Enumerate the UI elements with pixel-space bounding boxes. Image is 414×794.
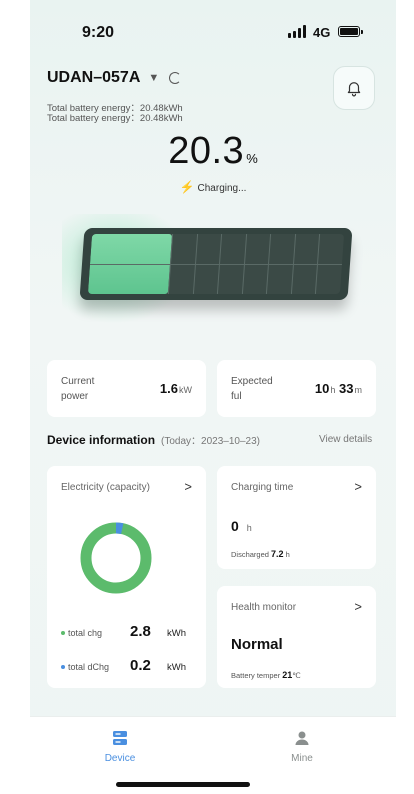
- device-selector[interactable]: UDAN–057A ▼: [47, 69, 182, 87]
- tab-device-label: Device: [104, 753, 136, 764]
- current-power-unit: kW: [179, 385, 192, 395]
- expected-full-label-1: Expected: [231, 376, 273, 387]
- discharged-line: Discharged 7.2 h: [231, 549, 290, 559]
- current-power-label-1: Current: [61, 376, 95, 387]
- battery-temp-label: Battery temper: [231, 671, 281, 680]
- expected-full-label-2: ful: [231, 391, 242, 402]
- network-label: 4G: [313, 25, 331, 40]
- charge-unit: %: [246, 151, 258, 166]
- battery-panel-illustration: [62, 214, 353, 324]
- total-chg-unit: kWh: [167, 628, 186, 639]
- total-dchg-value: 0.2: [130, 657, 151, 674]
- device-info-heading: Device information (Today：2023–10–23): [47, 432, 260, 447]
- expected-hours-unit: h: [330, 385, 336, 395]
- expected-hours: 10: [314, 381, 330, 396]
- bell-icon: [347, 82, 361, 97]
- current-power-value: 1.6kW: [160, 381, 192, 396]
- electricity-title: Electricity (capacity): [61, 482, 150, 493]
- caret-down-icon: ▼: [148, 72, 160, 84]
- chevron-right-icon[interactable]: >: [184, 479, 192, 494]
- battery-temp-unit: ℃: [292, 671, 301, 680]
- charging-label: Charging...: [197, 183, 247, 194]
- status-time: 9:20: [82, 24, 115, 41]
- total-dchg-unit: kWh: [167, 662, 186, 673]
- refresh-icon[interactable]: [169, 72, 182, 84]
- person-icon: [295, 731, 309, 745]
- capacity-donut-chart: [80, 522, 152, 594]
- chevron-right-icon[interactable]: >: [354, 599, 362, 614]
- expected-full-value: 10h 33m: [315, 381, 362, 396]
- lightning-icon: ⚡: [179, 180, 195, 194]
- charge-value: 20.3: [168, 130, 245, 172]
- device-info-date: (Today：2023–10–23): [161, 436, 260, 447]
- view-details-link[interactable]: View details: [319, 434, 372, 445]
- charging-time-value: 0 h: [231, 518, 252, 534]
- legend-total-chg: total chg 2.8 kWh: [61, 623, 186, 640]
- device-icon: [113, 731, 127, 745]
- legend-chg-dot: [61, 631, 65, 635]
- status-bar: 9:20 4G: [30, 0, 396, 64]
- device-info-title: Device information: [47, 433, 156, 447]
- home-indicator: [116, 782, 250, 787]
- health-title: Health monitor: [231, 602, 297, 613]
- expected-minutes-unit: m: [354, 385, 363, 395]
- legend-total-dchg: total dChg 0.2 kWh: [61, 657, 186, 674]
- expected-full-card: Expected ful 10h 33m: [217, 360, 376, 417]
- battery-temp-line: Battery temper 21℃: [231, 670, 301, 680]
- total-chg-value: 2.8: [130, 623, 151, 640]
- discharged-unit: h: [285, 550, 290, 559]
- charging-time-unit: h: [246, 523, 252, 533]
- discharged-value: 7.2: [271, 549, 284, 559]
- charging-time-title: Charging time: [231, 482, 294, 493]
- charging-status: ⚡ Charging...: [30, 180, 396, 194]
- tab-device[interactable]: Device: [90, 731, 150, 764]
- notification-button[interactable]: [333, 66, 375, 110]
- expected-minutes: 33: [339, 381, 354, 396]
- battery-temp-value: 21: [282, 670, 293, 680]
- tab-mine[interactable]: Mine: [272, 731, 332, 764]
- electricity-card[interactable]: Electricity (capacity) > total chg 2.8 k…: [47, 466, 206, 688]
- charging-time-number: 0: [231, 518, 239, 534]
- donut-chg-segment: [80, 522, 152, 594]
- current-power-card: Current power 1.6kW: [47, 360, 206, 417]
- current-power-number: 1.6: [159, 381, 178, 396]
- legend-dchg-dot: [61, 665, 65, 669]
- energy-line-2: Total battery energy：20.48kWh: [47, 113, 183, 124]
- signal-icon: [288, 24, 306, 38]
- chevron-right-icon[interactable]: >: [354, 479, 362, 494]
- device-name: UDAN–057A: [47, 69, 141, 86]
- charge-percentage: 20.3%: [30, 130, 396, 173]
- health-status: Normal: [231, 636, 283, 653]
- app-screen: 9:20 4G UDAN–057A ▼ Total battery energy…: [30, 0, 396, 794]
- total-dchg-label: total dChg: [68, 662, 110, 672]
- battery-icon: [338, 26, 363, 37]
- discharged-label: Discharged: [231, 550, 269, 559]
- health-monitor-card[interactable]: Health monitor > Normal Battery temper 2…: [217, 586, 376, 688]
- tab-mine-label: Mine: [291, 753, 313, 764]
- charging-time-card[interactable]: Charging time > 0 h Discharged 7.2 h: [217, 466, 376, 569]
- current-power-label-2: power: [61, 391, 89, 402]
- total-chg-label: total chg: [68, 628, 103, 638]
